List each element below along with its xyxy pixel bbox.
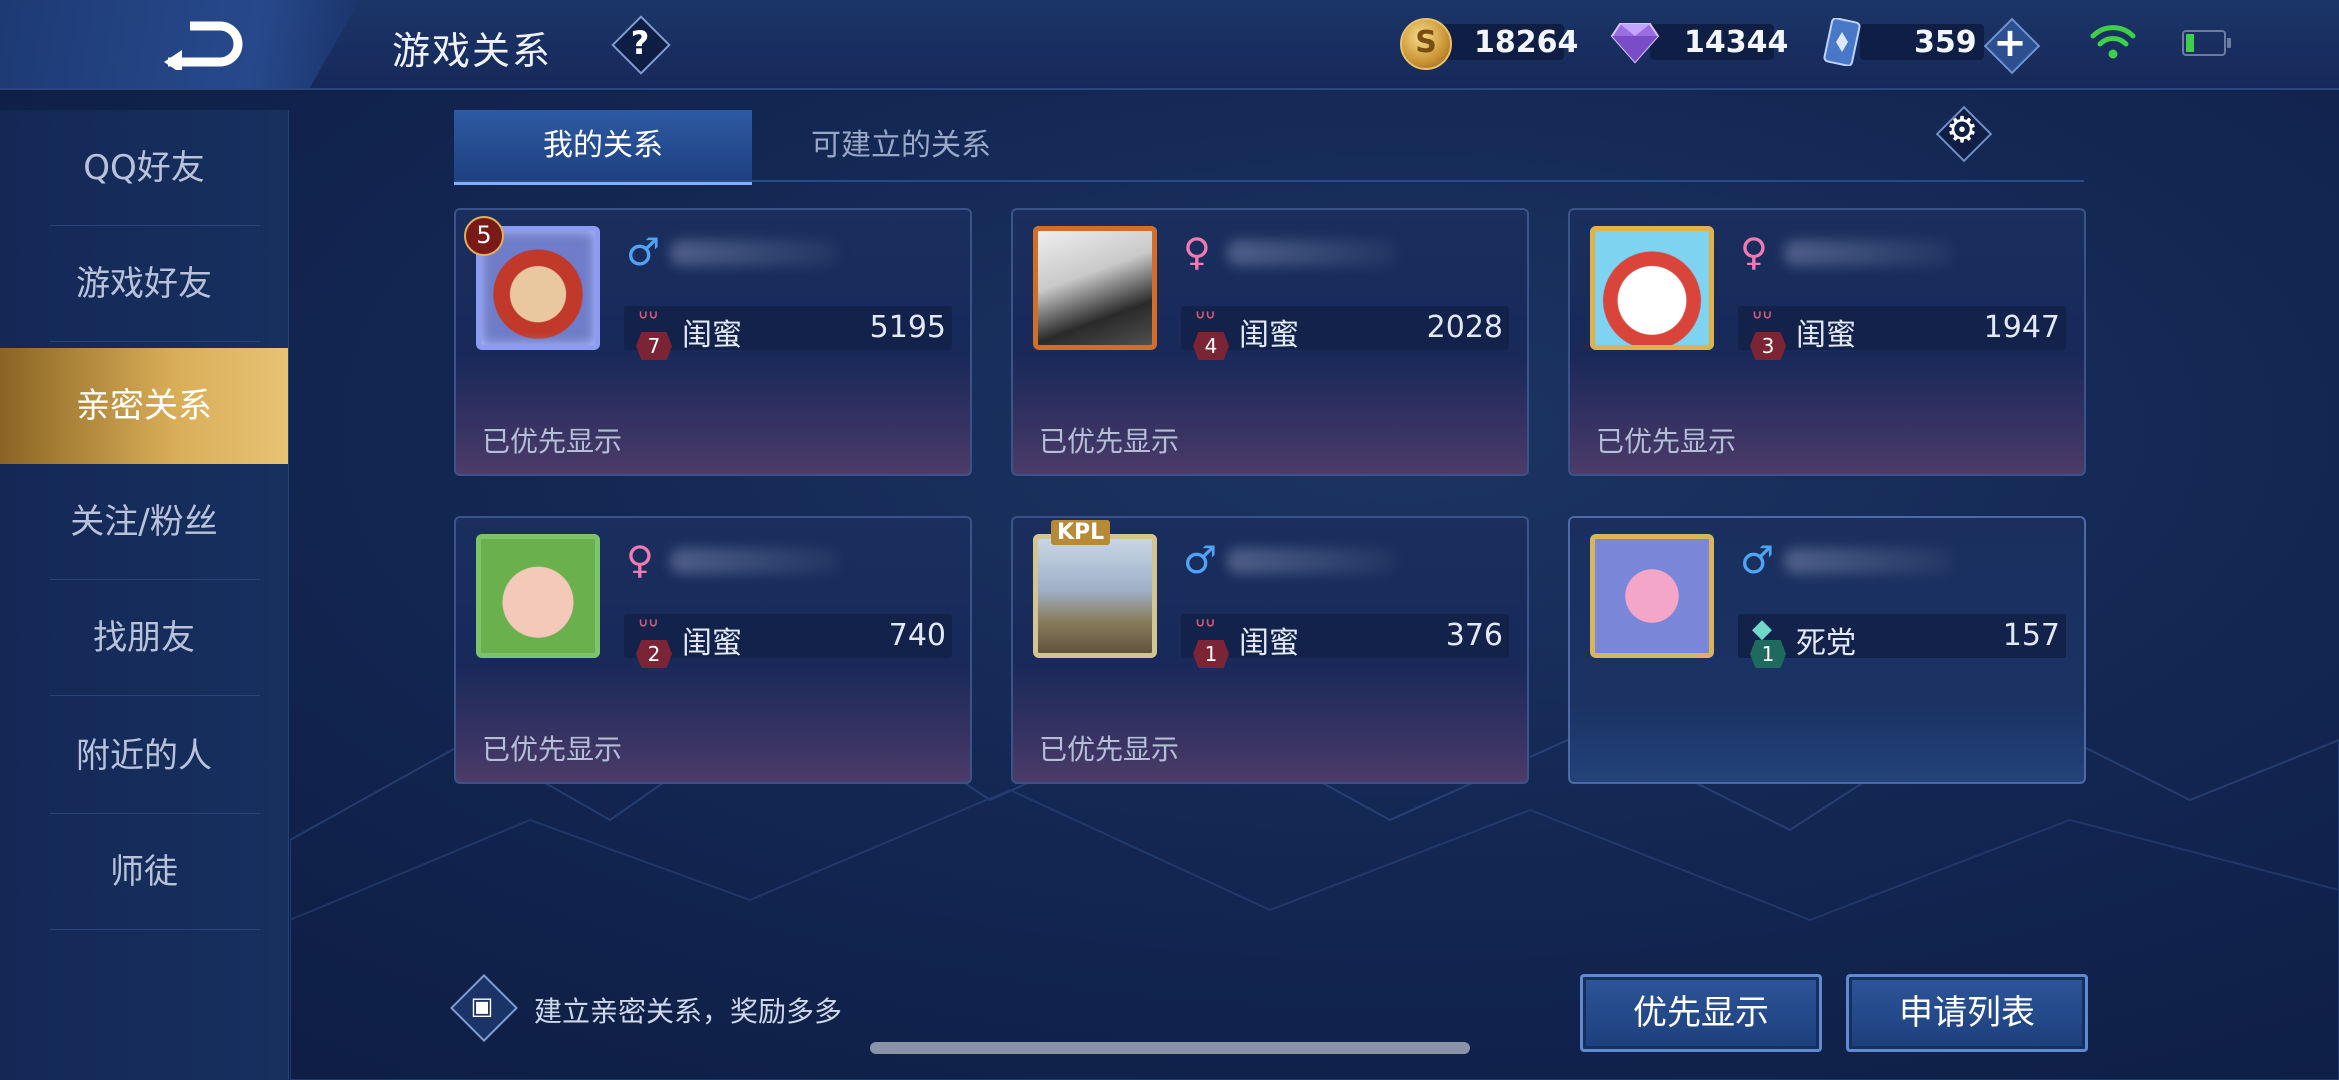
gold-coin-counter: S 18264 (1400, 18, 1578, 70)
crystal-relation-icon: ◆ 1 (1746, 614, 1792, 670)
coupon-value: 359 (1914, 25, 1977, 60)
bunny-relation-icon: ᐡᐡ 4 (1189, 306, 1235, 362)
sidebar-item-nearby[interactable]: 附近的人 (0, 698, 288, 814)
settings-button[interactable]: ⚙ (1934, 104, 1993, 163)
intimacy-value: 5195 (869, 310, 946, 345)
coupon-icon (1823, 18, 1861, 66)
relation-type: 闺蜜 (1239, 318, 1299, 353)
avatar-level-badge: 5 (464, 216, 504, 256)
blurred-player-name (1784, 240, 1954, 266)
home-indicator[interactable] (870, 1042, 1470, 1054)
priority-status: 已优先显示 (1039, 733, 1180, 766)
diamond-value: 14344 (1684, 25, 1789, 60)
back-button[interactable] (0, 0, 360, 88)
avatar[interactable] (1033, 226, 1157, 350)
blurred-player-name (1227, 548, 1397, 574)
avatar[interactable] (1590, 226, 1714, 350)
intimacy-value: 2028 (1426, 310, 1503, 345)
intimacy-value: 157 (2002, 618, 2060, 653)
gold-coin-icon: S (1400, 18, 1452, 70)
sidebar: QQ好友 游戏好友 亲密关系 关注/粉丝 找朋友 附近的人 师徒 (0, 110, 289, 1080)
blurred-player-name (670, 240, 840, 266)
male-icon: ♂ (626, 230, 661, 274)
sidebar-item-label: 附近的人 (76, 736, 212, 776)
avatar[interactable] (1590, 534, 1714, 658)
relation-card[interactable]: ♀ ᐡᐡ 3 闺蜜 1947 已优先显示 (1568, 208, 2086, 476)
page-title: 游戏关系 (392, 29, 553, 73)
request-list-button[interactable]: 申请列表 (1846, 974, 2088, 1052)
top-bar: 游戏关系 ? S 18264 14344 359 + (0, 0, 2339, 90)
tab-my-relations[interactable]: 我的关系 (454, 110, 752, 185)
sidebar-item-intimate-relations[interactable]: 亲密关系 (0, 348, 288, 464)
male-icon: ♂ (1183, 538, 1218, 582)
plus-icon: + (1993, 20, 2027, 66)
kpl-badge: KPL (1051, 520, 1111, 545)
relation-level: 3 (1750, 332, 1786, 360)
sidebar-item-label: 游戏好友 (76, 264, 212, 304)
relation-type: 闺蜜 (682, 318, 742, 353)
relation-type: 闺蜜 (1796, 318, 1856, 353)
diamond-icon (1610, 23, 1660, 64)
intimacy-value: 376 (1445, 618, 1503, 653)
male-icon: ♂ (1740, 538, 1775, 582)
tab-available-relations[interactable]: 可建立的关系 (752, 110, 1050, 182)
priority-status: 已优先显示 (482, 425, 623, 458)
relation-level: 1 (1193, 640, 1229, 668)
relation-type: 死党 (1796, 626, 1856, 661)
relation-level: 2 (636, 640, 672, 668)
question-icon: ? (630, 24, 650, 62)
blurred-player-name (670, 548, 840, 574)
priority-display-button[interactable]: 优先显示 (1580, 974, 1822, 1052)
sidebar-item-game-friends[interactable]: 游戏好友 (0, 226, 288, 342)
help-button[interactable]: ? (611, 15, 671, 75)
sidebar-item-follow-fans[interactable]: 关注/粉丝 (0, 464, 288, 580)
sidebar-item-label: 师徒 (110, 852, 178, 892)
blurred-player-name (1227, 240, 1397, 266)
bunny-relation-icon: ᐡᐡ 2 (632, 614, 678, 670)
relation-card[interactable]: ♀ ᐡᐡ 2 闺蜜 740 已优先显示 (454, 516, 972, 784)
relation-level: 1 (1750, 640, 1786, 668)
relation-level: 4 (1193, 332, 1229, 360)
intimacy-value: 1947 (1983, 310, 2060, 345)
female-icon: ♀ (626, 538, 654, 582)
female-icon: ♀ (1183, 230, 1211, 274)
relation-card[interactable]: KPL ♂ ᐡᐡ 1 闺蜜 376 已优先显示 (1011, 516, 1529, 784)
gold-coin-value: 18264 (1474, 25, 1579, 60)
diamond-counter: 14344 (1610, 18, 1788, 66)
avatar[interactable] (1033, 534, 1157, 658)
bunny-relation-icon: ᐡᐡ 3 (1746, 306, 1792, 362)
back-arrow-icon (164, 21, 243, 70)
bunny-relation-icon: ᐡᐡ 7 (632, 306, 678, 362)
battery-icon (2182, 30, 2231, 56)
wifi-icon (2090, 25, 2136, 59)
gear-icon: ⚙ (1945, 110, 1979, 151)
priority-status: 已优先显示 (1596, 425, 1737, 458)
relation-card[interactable]: ♂ ◆ 1 死党 157 (1568, 516, 2086, 784)
female-icon: ♀ (1740, 230, 1768, 274)
recharge-plus-button[interactable]: + (1982, 16, 2041, 75)
blurred-player-name (1784, 548, 1954, 574)
chest-icon: ▣ (470, 992, 494, 1020)
relation-type: 闺蜜 (1239, 626, 1299, 661)
bunny-relation-icon: ᐡᐡ 1 (1189, 614, 1235, 670)
reward-tip-text: 建立亲密关系，奖励多多 (534, 995, 843, 1028)
sidebar-item-mentorship[interactable]: 师徒 (0, 814, 288, 930)
coupon-counter: 359 (1820, 18, 1990, 66)
relation-card[interactable]: ♀ ᐡᐡ 4 闺蜜 2028 已优先显示 (1011, 208, 1529, 476)
sidebar-item-find-friends[interactable]: 找朋友 (0, 580, 288, 696)
relation-level: 7 (636, 332, 672, 360)
priority-status: 已优先显示 (482, 733, 623, 766)
tab-divider (454, 180, 2084, 182)
intimacy-value: 740 (888, 618, 946, 653)
sidebar-item-label: 找朋友 (93, 618, 195, 658)
sidebar-item-label: QQ好友 (83, 148, 205, 188)
relation-card[interactable]: 5 ♂ ᐡᐡ 7 闺蜜 5195 已优先显示 (454, 208, 972, 476)
sidebar-item-qq-friends[interactable]: QQ好友 (0, 110, 288, 226)
sidebar-item-label: 关注/粉丝 (70, 502, 218, 542)
priority-status: 已优先显示 (1039, 425, 1180, 458)
relation-type: 闺蜜 (682, 626, 742, 661)
sidebar-item-label: 亲密关系 (76, 386, 212, 426)
avatar[interactable] (476, 534, 600, 658)
